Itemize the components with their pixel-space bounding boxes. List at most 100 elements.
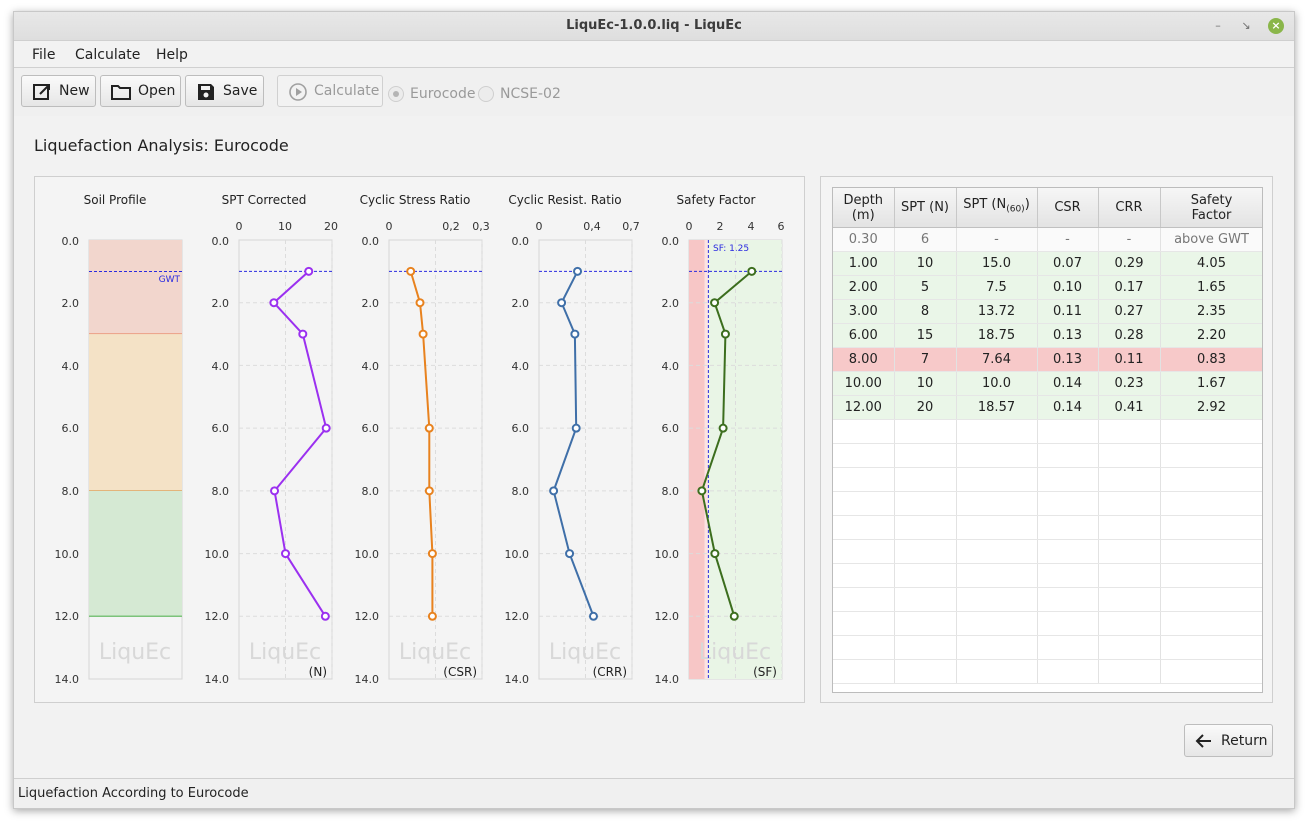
save-label: Save	[223, 83, 258, 99]
table-row[interactable]: 2.00 5 7.5 0.10 0.17 1.65	[833, 275, 1262, 300]
empty-cell	[894, 563, 957, 588]
eurocode-radio[interactable]	[388, 86, 404, 102]
data-point	[718, 423, 728, 433]
empty-cell	[894, 539, 957, 564]
maximize-icon[interactable]: ↘	[1238, 18, 1254, 34]
table-cell: 4.05	[1160, 251, 1262, 276]
spt-depth-tick-12: 12.0	[205, 610, 230, 623]
data-point	[570, 329, 580, 339]
open-button[interactable]: Open	[100, 75, 181, 107]
results-panel: Depth (m) SPT (N) SPT (N(60)) CSR CRR Saf…	[820, 176, 1273, 703]
table-cell: 1.00	[833, 251, 895, 276]
soil-layer-0	[89, 240, 182, 335]
table-row[interactable]: 1.00 10 15.0 0.07 0.29 4.05	[833, 251, 1262, 276]
empty-cell	[833, 515, 895, 540]
empty-cell	[956, 563, 1038, 588]
table-cell: 18.75	[956, 323, 1038, 348]
empty-table-row	[833, 659, 1262, 684]
table-cell: 15.0	[956, 251, 1038, 276]
csr-depth-tick-14: 14.0	[355, 673, 380, 686]
table-cell: above GWT	[1160, 227, 1262, 252]
col-header-depth[interactable]: Depth (m)	[833, 188, 895, 228]
table-row[interactable]: 0.30 6- - - above GWT	[833, 227, 1262, 252]
ncse-radio[interactable]	[478, 86, 494, 102]
empty-cell	[1160, 515, 1262, 540]
table-cell: 2.92	[1160, 395, 1262, 420]
table-cell: 3.00	[833, 299, 895, 324]
empty-cell	[956, 515, 1038, 540]
col-header-spt[interactable]: SPT (N)	[894, 188, 957, 228]
empty-cell	[1098, 539, 1161, 564]
data-point	[270, 486, 280, 496]
data-point	[710, 298, 720, 308]
empty-cell	[1037, 611, 1099, 636]
empty-table-row	[833, 539, 1262, 564]
col-header-csr[interactable]: CSR	[1037, 188, 1099, 228]
csr-x-tick-0: 0	[386, 220, 393, 233]
table-cell: 2.00	[833, 275, 895, 300]
empty-cell	[1037, 563, 1099, 588]
data-point	[298, 329, 308, 339]
empty-cell	[956, 539, 1038, 564]
title-bar: LiquEc-1.0.0.liq - LiquEc – ↘ ×	[14, 12, 1294, 41]
save-button[interactable]: Save	[185, 75, 264, 107]
table-row[interactable]: 6.00 15 18.75 0.13 0.28 2.20	[833, 323, 1262, 348]
minimize-icon[interactable]: –	[1210, 18, 1226, 34]
menu-file[interactable]: File	[32, 47, 55, 63]
empty-table-row	[833, 611, 1262, 636]
empty-table-row	[833, 587, 1262, 612]
new-button[interactable]: New	[21, 75, 96, 107]
data-point	[573, 266, 583, 276]
data-point	[406, 266, 416, 276]
close-icon[interactable]: ×	[1268, 18, 1284, 34]
spt-depth-tick-14: 14.0	[205, 673, 230, 686]
csr-x-tick-0-3: 0,3	[472, 220, 490, 233]
table-row[interactable]: 8.00 7 7.64 0.13 0.11 0.83	[833, 347, 1262, 372]
empty-cell	[833, 635, 895, 660]
sf-fail-zone	[689, 240, 705, 679]
return-button[interactable]: Return	[1184, 724, 1273, 757]
folder-icon	[111, 85, 131, 100]
table-cell: -	[1037, 227, 1099, 252]
soil-depth-tick-0: 0.0	[62, 235, 80, 248]
menu-help[interactable]: Help	[156, 47, 188, 63]
table-row[interactable]: 12.00 20 18.57 0.14 0.41 2.92	[833, 395, 1262, 420]
new-label: New	[59, 83, 90, 99]
chart-title-csr: Cyclic Stress Ratio	[360, 193, 471, 207]
crr-x-tick-0: 0	[536, 220, 543, 233]
data-point	[424, 423, 434, 433]
empty-cell	[1098, 611, 1161, 636]
empty-cell	[894, 587, 957, 612]
table-row[interactable]: 10.00 10 10.0 0.14 0.23 1.67	[833, 371, 1262, 396]
sf-depth-tick-2: 2.0	[662, 297, 680, 310]
chart-title-crr: Cyclic Resist. Ratio	[508, 193, 621, 207]
table-cell: 20	[894, 395, 957, 420]
data-point	[565, 549, 575, 559]
data-point	[424, 486, 434, 496]
col-header-safety-factor[interactable]: Safety Factor	[1160, 188, 1262, 228]
empty-cell	[1098, 635, 1161, 660]
col-header-crr[interactable]: CRR	[1098, 188, 1161, 228]
table-cell: -	[1098, 227, 1161, 252]
empty-cell	[1037, 443, 1099, 468]
empty-cell	[1098, 515, 1161, 540]
spt-unit-label: (N)	[309, 665, 327, 679]
crr-depth-tick-12: 12.0	[505, 610, 530, 623]
table-cell: 0.13	[1037, 323, 1099, 348]
app-window: LiquEc-1.0.0.liq - LiquEc – ↘ × File Cal…	[13, 11, 1295, 809]
col-header-spt-n60[interactable]: SPT (N(60))	[956, 188, 1038, 228]
empty-table-row	[833, 491, 1262, 516]
sf-x-tick-2: 2	[717, 220, 724, 233]
sf-x-tick-6: 6	[778, 220, 785, 233]
table-row[interactable]: 3.00 8 13.72 0.11 0.27 2.35	[833, 299, 1262, 324]
empty-cell	[894, 443, 957, 468]
watermark-soil: LiquEc	[99, 640, 171, 665]
empty-cell	[833, 467, 895, 492]
empty-cell	[1160, 563, 1262, 588]
empty-cell	[833, 659, 895, 684]
spt-x-tick-10: 10	[278, 220, 292, 233]
sf-depth-tick-4: 4.0	[662, 360, 680, 373]
menu-calculate[interactable]: Calculate	[75, 47, 140, 63]
empty-cell	[1160, 587, 1262, 612]
calculate-button[interactable]: Calculate	[277, 75, 383, 107]
